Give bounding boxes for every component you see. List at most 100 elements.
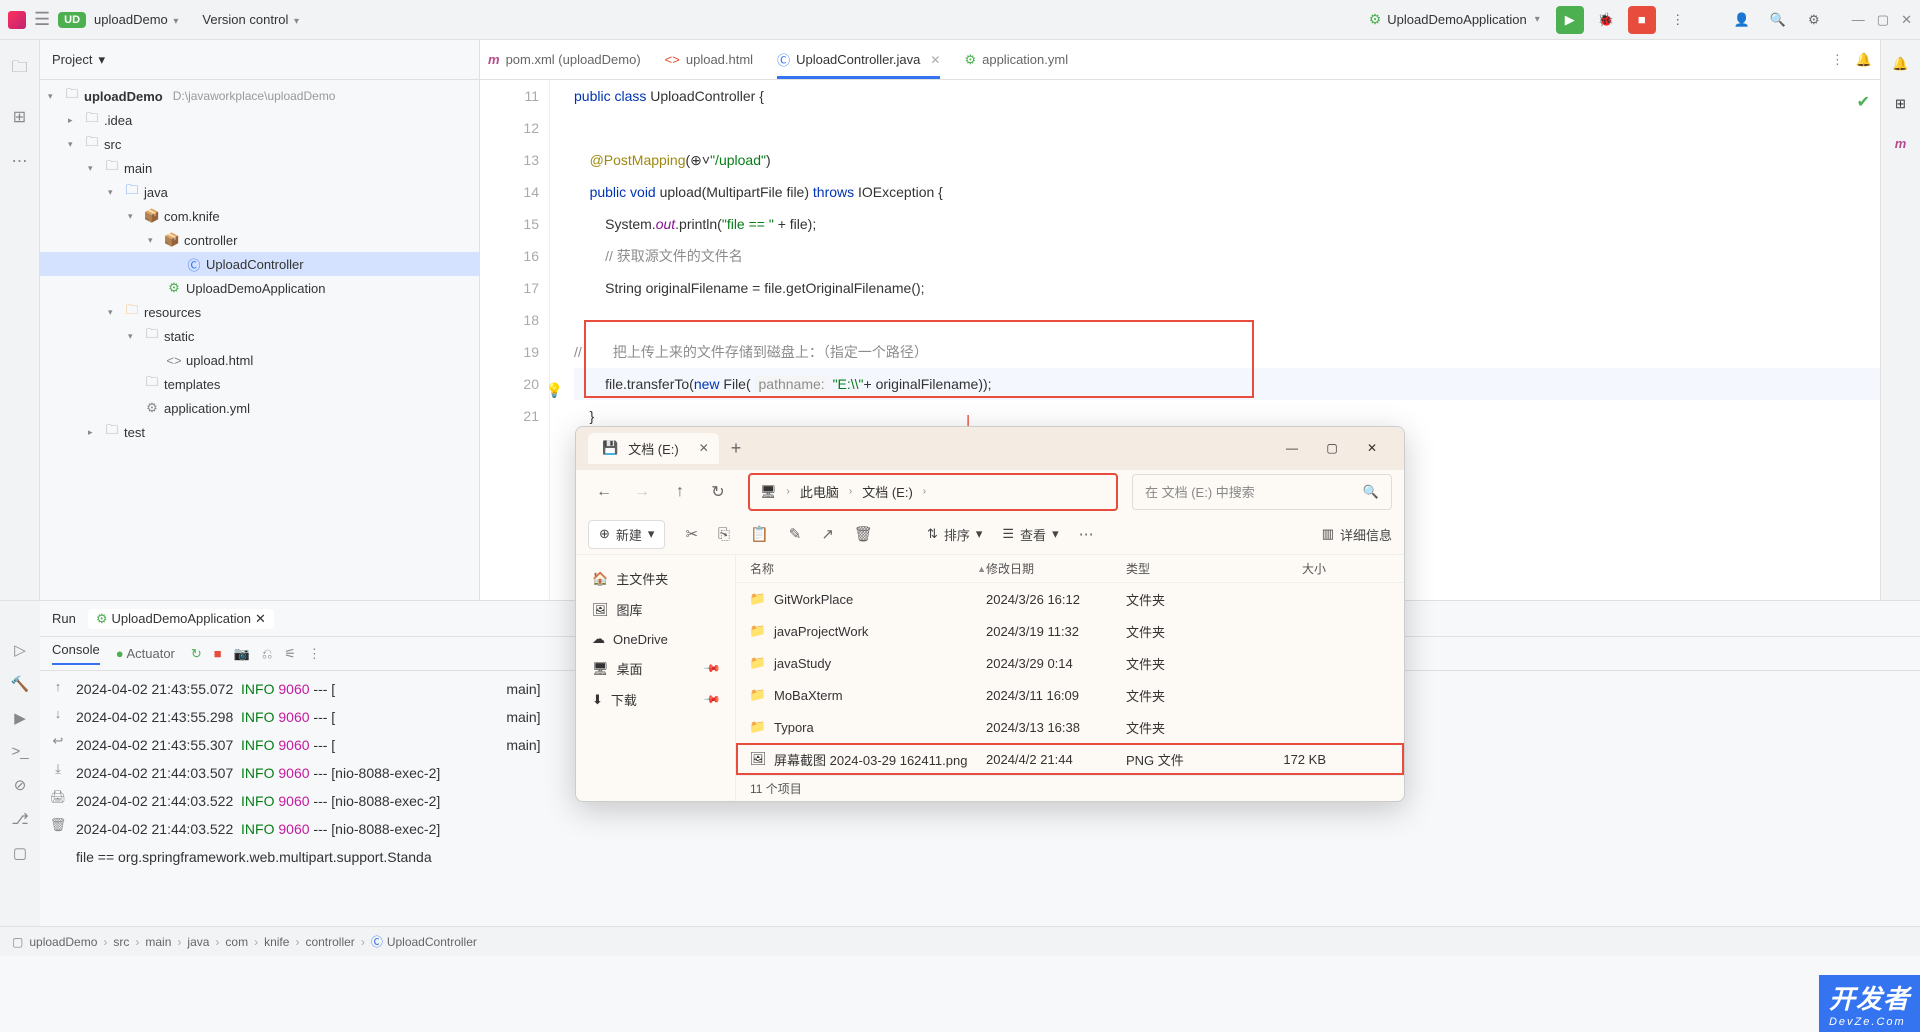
breadcrumb-item[interactable]: com — [225, 935, 248, 949]
stop-button[interactable]: ■ — [1628, 6, 1656, 34]
list-item[interactable]: 🖼 屏幕截图 2024-03-29 162411.png2024/4/2 21:… — [736, 743, 1404, 775]
vcs-rail-icon[interactable]: ⎇ — [11, 810, 28, 828]
tree-item-app-class[interactable]: ⚙UploadDemoApplication — [40, 276, 479, 300]
tab-upload-html[interactable]: <>upload.html — [665, 40, 753, 79]
tab-application-yml[interactable]: ⚙application.yml — [964, 40, 1068, 79]
rerun-icon[interactable]: ↻ — [191, 646, 202, 662]
list-item[interactable]: 📁 MoBaXterm2024/3/11 16:09文件夹 — [736, 679, 1404, 711]
list-item[interactable]: 📁 javaStudy2024/3/29 0:14文件夹 — [736, 647, 1404, 679]
cut-icon[interactable]: ✂ — [685, 525, 698, 543]
play-rail-icon[interactable]: ▶ — [14, 709, 26, 727]
tree-item-package[interactable]: ▾📦com.knife — [40, 204, 479, 228]
explorer-search-input[interactable]: 在 文档 (E:) 中搜索 🔍 — [1132, 474, 1392, 510]
paste-icon[interactable]: 📋 — [750, 525, 769, 543]
more-icon[interactable]: ⋯ — [1079, 525, 1094, 543]
delete-icon[interactable]: 🗑 — [854, 525, 873, 543]
list-item[interactable]: 📁 javaProjectWork2024/3/19 11:32文件夹 — [736, 615, 1404, 647]
tree-item-src[interactable]: ▾🗀src — [40, 132, 479, 156]
breadcrumb-item[interactable]: knife — [264, 935, 289, 949]
minimize-button[interactable]: — — [1852, 12, 1865, 28]
share-icon[interactable]: ↗ — [821, 525, 834, 543]
run-app-tab[interactable]: ⚙ UploadDemoApplication ✕ — [88, 609, 274, 629]
run-button[interactable]: ▶ — [1556, 6, 1584, 34]
tree-item-test[interactable]: ▸🗀test — [40, 420, 479, 444]
camera-icon[interactable]: 📷 — [234, 646, 250, 662]
database-rail-icon[interactable]: ⊞ — [1895, 96, 1906, 112]
rename-icon[interactable]: ✎ — [789, 525, 802, 543]
tab-upload-controller[interactable]: ⒸUploadController.java✕ — [777, 40, 940, 79]
maven-rail-icon[interactable]: m — [1895, 136, 1907, 151]
nav-item[interactable]: 🖼图库 — [576, 594, 735, 625]
explorer-maximize-button[interactable]: ▢ — [1312, 441, 1352, 455]
actuator-tab[interactable]: ● Actuator — [116, 646, 175, 661]
structure-tool-icon[interactable]: ⊞ — [13, 107, 26, 127]
refresh-button[interactable]: ↻ — [702, 482, 734, 502]
tree-item-app-yml[interactable]: ⚙application.yml — [40, 396, 479, 420]
run-configuration-dropdown[interactable]: ⚙ UploadDemoApplication ▾ — [1369, 11, 1540, 28]
scroll-down-icon[interactable]: ↓ — [55, 706, 62, 721]
close-tab-icon[interactable]: ✕ — [930, 53, 940, 67]
list-header[interactable]: 名称 ▲ 修改日期 类型 大小 — [736, 555, 1404, 583]
forward-button[interactable]: → — [626, 483, 658, 501]
problems-rail-icon[interactable]: ⊘ — [14, 776, 27, 794]
search-everywhere-button[interactable]: 🔍 — [1764, 6, 1792, 34]
tree-item-main[interactable]: ▾🗀main — [40, 156, 479, 180]
more-console-icon[interactable]: ⋮ — [308, 646, 321, 662]
sort-button[interactable]: ⇅ 排序 ▾ — [927, 525, 982, 544]
debug-rail-icon[interactable]: 🔨 — [11, 675, 30, 693]
more-tool-icon[interactable]: ⋯ — [12, 151, 28, 171]
breadcrumb-item[interactable]: controller — [305, 935, 354, 949]
nav-item[interactable]: 🏠主文件夹 — [576, 563, 735, 594]
list-item[interactable]: 📁 GitWorkPlace2024/3/26 16:12文件夹 — [736, 583, 1404, 615]
tree-root[interactable]: ▾🗀 uploadDemo D:\javaworkplace\uploadDem… — [40, 84, 479, 108]
tree-item-resources[interactable]: ▾🗀resources — [40, 300, 479, 324]
services-rail-icon[interactable]: ▢ — [13, 844, 27, 862]
breadcrumb-item[interactable]: main — [145, 935, 171, 949]
scroll-to-end-icon[interactable]: ⤓ — [55, 761, 61, 777]
breadcrumb-item[interactable]: Ⓒ UploadController — [371, 933, 477, 950]
address-bar[interactable]: 🖥 › 此电脑 › 文档 (E:) › — [748, 473, 1118, 511]
project-name-dropdown[interactable]: uploadDemo ▾ — [94, 12, 178, 27]
tree-item-upload-controller[interactable]: ⒸUploadController — [40, 252, 479, 276]
scroll-up-icon[interactable]: ↑ — [55, 679, 62, 694]
stop-icon[interactable]: ■ — [214, 646, 222, 662]
tree-item-upload-html[interactable]: <>upload.html — [40, 348, 479, 372]
explorer-tab[interactable]: 💾 文档 (E:) ✕ — [588, 433, 719, 464]
soft-wrap-icon[interactable]: ↩ — [53, 733, 64, 749]
copy-icon[interactable]: ⎘ — [718, 526, 730, 543]
run-rail-icon[interactable]: ▷ — [14, 641, 26, 659]
nav-item[interactable]: ⬇下载📌 — [576, 684, 735, 715]
project-header[interactable]: Project ▾ — [40, 40, 479, 80]
print-icon[interactable]: 🖨 — [50, 789, 67, 805]
clear-icon[interactable]: 🗑 — [50, 817, 67, 833]
close-run-tab-icon[interactable]: ✕ — [255, 611, 266, 627]
view-button[interactable]: ☰ 查看 ▾ — [1002, 525, 1058, 544]
project-tool-icon[interactable]: 🗀 — [11, 56, 27, 83]
tree-item-controller[interactable]: ▾📦controller — [40, 228, 479, 252]
new-tab-button[interactable]: + — [731, 438, 742, 459]
close-button[interactable]: ✕ — [1901, 12, 1912, 28]
close-explorer-tab-icon[interactable]: ✕ — [699, 441, 709, 455]
explorer-close-button[interactable]: ✕ — [1352, 441, 1392, 455]
breadcrumb-item[interactable]: java — [187, 935, 209, 949]
notifications-rail-icon[interactable]: 🔔 — [1892, 56, 1908, 72]
explorer-minimize-button[interactable]: — — [1272, 441, 1312, 455]
tree-item-java[interactable]: ▾🗀java — [40, 180, 479, 204]
tree-item-static[interactable]: ▾🗀static — [40, 324, 479, 348]
tab-pom-xml[interactable]: mpom.xml (uploadDemo) — [488, 40, 641, 79]
up-button[interactable]: ↑ — [664, 483, 696, 501]
console-tab[interactable]: Console — [52, 642, 100, 665]
more-actions-button[interactable]: ⋮ — [1664, 6, 1692, 34]
tree-item-templates[interactable]: 🗀templates — [40, 372, 479, 396]
settings-button[interactable]: ⚙ — [1800, 6, 1828, 34]
maximize-button[interactable]: ▢ — [1877, 12, 1889, 28]
version-control-dropdown[interactable]: Version control ▾ — [202, 12, 299, 27]
nav-item[interactable]: 🖥桌面📌 — [576, 653, 735, 684]
debug-button[interactable]: 🐞 — [1592, 6, 1620, 34]
main-menu-button[interactable]: ☰ — [34, 9, 50, 30]
nav-item[interactable]: ☁OneDrive — [576, 625, 735, 653]
new-button[interactable]: ⊕ 新建 ▾ — [588, 520, 665, 549]
tree-item-idea[interactable]: ▸🗀.idea — [40, 108, 479, 132]
filter-icon[interactable]: ⚟ — [284, 646, 296, 662]
exit-icon[interactable]: ⎌ — [262, 646, 272, 662]
